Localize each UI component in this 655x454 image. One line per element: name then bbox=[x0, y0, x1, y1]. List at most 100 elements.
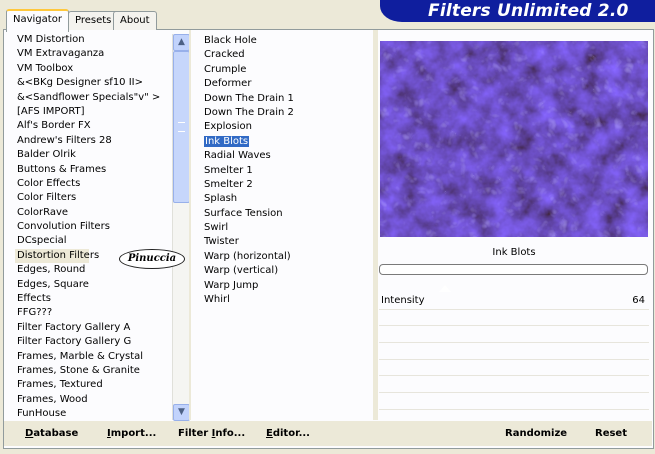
filter-item[interactable]: Down The Drain 2 bbox=[203, 106, 373, 120]
category-item[interactable]: Edges, Square bbox=[15, 278, 171, 292]
category-item[interactable]: Filter Factory Gallery A bbox=[15, 321, 171, 335]
category-item-label: Buttons & Frames bbox=[17, 163, 107, 175]
category-item[interactable]: Frames, Textured bbox=[15, 378, 171, 392]
filter-item-label: Surface Tension bbox=[204, 207, 283, 219]
intensity-slider-row[interactable]: Intensity 64 bbox=[379, 285, 649, 310]
category-item[interactable]: FunHouse bbox=[15, 407, 171, 421]
filter-item[interactable]: Surface Tension bbox=[203, 207, 373, 221]
preview-filter-name: Ink Blots bbox=[492, 247, 536, 258]
category-item[interactable]: ColorRave bbox=[15, 206, 171, 220]
category-item[interactable]: FFG??? bbox=[15, 306, 171, 320]
import-label: mport... bbox=[110, 428, 157, 439]
filter-item[interactable]: Warp (vertical) bbox=[203, 264, 373, 278]
filter-item[interactable]: Cracked bbox=[203, 48, 373, 62]
editor-button[interactable]: Editor... bbox=[266, 428, 310, 439]
app-title: Filters Unlimited 2.0 bbox=[428, 1, 629, 21]
category-item[interactable]: Balder Olrik bbox=[15, 148, 171, 162]
filter-item[interactable]: Swirl bbox=[203, 221, 373, 235]
category-item-label: VM Toolbox bbox=[17, 62, 74, 74]
category-item-label: &<BKg Designer sf10 II> bbox=[17, 77, 144, 89]
database-label: atabase bbox=[33, 428, 79, 439]
editor-label: ditor... bbox=[272, 428, 310, 439]
category-item-label: Color Filters bbox=[17, 192, 77, 204]
tab-navigator[interactable]: Navigator bbox=[6, 9, 69, 32]
category-item[interactable]: VM Extravaganza bbox=[15, 47, 171, 61]
category-item[interactable]: Filter Factory Gallery G bbox=[15, 335, 171, 349]
import-button[interactable]: Import... bbox=[107, 428, 156, 439]
category-item[interactable]: Buttons & Frames bbox=[15, 163, 171, 177]
filter-item-label: Crumple bbox=[204, 63, 247, 75]
category-item[interactable]: VM Toolbox bbox=[15, 62, 171, 76]
filter-item[interactable]: Smelter 2 bbox=[203, 178, 373, 192]
empty-param-row bbox=[379, 360, 649, 377]
filter-item-label: Black Hole bbox=[204, 35, 257, 46]
category-item[interactable]: Color Filters bbox=[15, 191, 171, 205]
category-item-label: VM Distortion bbox=[17, 34, 85, 45]
divider bbox=[189, 30, 191, 420]
category-item[interactable]: Distortion Filters bbox=[15, 248, 99, 264]
reset-button[interactable]: Reset bbox=[595, 428, 627, 439]
scroll-up-button[interactable]: ▲ bbox=[173, 34, 190, 51]
database-button[interactable]: Database bbox=[25, 428, 78, 439]
randomize-button[interactable]: Randomize bbox=[505, 428, 567, 439]
filter-item[interactable]: Whirl bbox=[203, 293, 373, 307]
category-item[interactable]: Frames, Stone & Granite bbox=[15, 364, 171, 378]
category-item-label: Frames, Marble & Crystal bbox=[17, 350, 144, 362]
category-item[interactable]: Effects bbox=[15, 292, 171, 306]
scroll-down-button[interactable]: ▼ bbox=[173, 404, 190, 421]
filter-item[interactable]: Crumple bbox=[203, 63, 373, 77]
category-list[interactable]: VM Distortion VM Extravaganza VM Toolbox &<… bbox=[15, 33, 171, 421]
filter-item-label: Splash bbox=[204, 193, 238, 205]
intensity-label: Intensity bbox=[381, 295, 425, 306]
category-scrollbar[interactable]: ▲ ▼ bbox=[172, 34, 190, 421]
tab-about[interactable]: About bbox=[113, 11, 157, 30]
divider bbox=[373, 30, 378, 420]
scrollbar-thumb[interactable] bbox=[173, 51, 190, 203]
filter-item[interactable]: Explosion bbox=[203, 120, 373, 134]
filter-item-label: Smelter 2 bbox=[204, 178, 253, 190]
filter-item[interactable]: Twister bbox=[203, 235, 373, 249]
category-item[interactable]: Frames, Marble & Crystal bbox=[15, 350, 171, 364]
category-item[interactable]: Color Effects bbox=[15, 177, 171, 191]
category-item-label: [AFS IMPORT] bbox=[17, 105, 85, 117]
category-item[interactable]: Convolution Filters bbox=[15, 220, 171, 234]
intensity-value: 64 bbox=[632, 295, 645, 306]
category-item-label: Andrew's Filters 28 bbox=[17, 134, 112, 146]
category-item[interactable]: &<BKg Designer sf10 II> bbox=[15, 76, 171, 90]
category-item-label: &<Sandflower Specials"v" > bbox=[17, 91, 161, 103]
category-item[interactable]: Alf's Border FX bbox=[15, 119, 171, 133]
filter-item[interactable]: Warp (horizontal) bbox=[203, 250, 373, 264]
filter-item-label: Warp Jump bbox=[204, 279, 259, 291]
filter-item-label: Cracked bbox=[204, 49, 245, 61]
category-item-label: Alf's Border FX bbox=[17, 120, 91, 132]
category-item-label: FFG??? bbox=[17, 307, 53, 319]
filter-list[interactable]: Black Hole Cracked Crumple Deformer Down The… bbox=[203, 34, 373, 307]
filter-item[interactable]: Ink Blots bbox=[203, 135, 373, 149]
category-item[interactable]: Andrew's Filters 28 bbox=[15, 134, 171, 148]
filter-item[interactable]: Radial Waves bbox=[203, 149, 373, 163]
slider-thumb[interactable] bbox=[439, 285, 451, 292]
category-item[interactable]: [AFS IMPORT] bbox=[15, 105, 171, 119]
category-item-label: ColorRave bbox=[17, 206, 69, 218]
category-item[interactable]: Frames, Wood bbox=[15, 393, 171, 407]
category-item-label: Frames, Wood bbox=[17, 393, 88, 405]
category-item[interactable]: &<Sandflower Specials"v" > bbox=[15, 91, 171, 105]
category-item-label: Color Effects bbox=[17, 177, 81, 189]
filter-item[interactable]: Warp Jump bbox=[203, 279, 373, 293]
filter-item-label: Radial Waves bbox=[204, 150, 271, 162]
category-item[interactable]: DCspecial bbox=[15, 234, 171, 248]
tab-presets[interactable]: Presets bbox=[68, 11, 119, 30]
category-item-label: DCspecial bbox=[17, 235, 67, 247]
filter-item[interactable]: Down The Drain 1 bbox=[203, 92, 373, 106]
category-item-label: Edges, Square bbox=[17, 278, 89, 290]
watermark-badge: Pinuccia bbox=[119, 249, 185, 269]
filter-item[interactable]: Splash bbox=[203, 192, 373, 206]
category-item-label: FunHouse bbox=[17, 408, 67, 420]
filter-item[interactable]: Black Hole bbox=[203, 34, 373, 48]
filter-item[interactable]: Smelter 1 bbox=[203, 164, 373, 178]
filter-item[interactable]: Deformer bbox=[203, 77, 373, 91]
category-item[interactable]: VM Distortion bbox=[15, 33, 171, 47]
filter-item-label: Ink Blots bbox=[204, 135, 250, 147]
filter-info-button[interactable]: Filter Info... bbox=[178, 428, 245, 439]
filter-item-label: Smelter 1 bbox=[204, 164, 253, 176]
